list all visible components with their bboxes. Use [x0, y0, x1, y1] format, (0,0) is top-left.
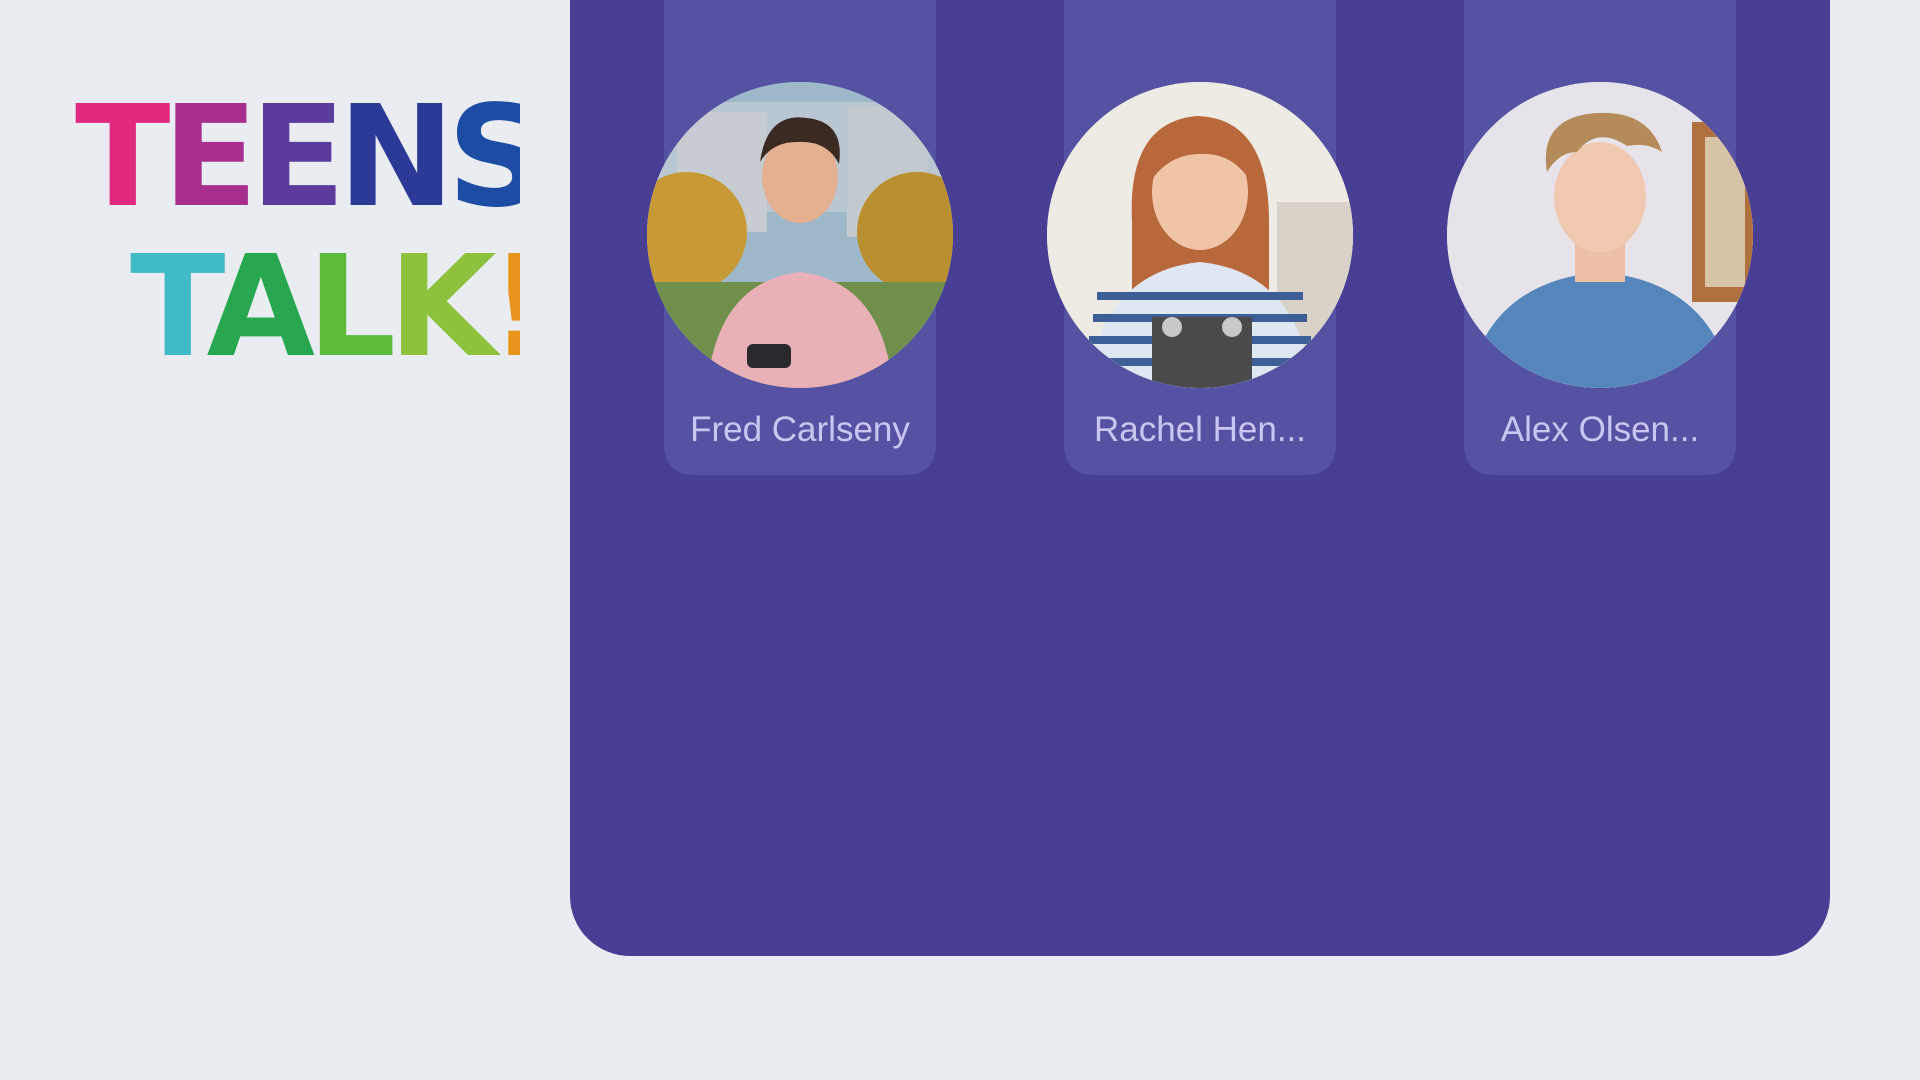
logo-letter: K: [388, 226, 501, 370]
participant-avatar: [647, 82, 953, 388]
logo-letter: E: [163, 80, 251, 239]
participant-name: Fred Carlseny: [690, 410, 910, 449]
teens-talk-logo-graphic: TEENS TALK!: [75, 76, 553, 389]
logo-letter: !: [489, 226, 520, 370]
svg-text:TEENS: TEENS: [75, 80, 520, 239]
teen-girl-striped-shirt-photo: [1047, 82, 1353, 388]
teen-boy-pink-hoodie-photo: [647, 82, 953, 388]
participant-name: Alex Olsen...: [1500, 410, 1700, 449]
logo-letter: E: [250, 80, 338, 239]
participant-card[interactable]: Alex Olsen...: [1447, 0, 1753, 475]
participant-card[interactable]: Fred Carlseny: [647, 0, 953, 475]
participants-panel: Fred Carlseny Rachel Hen... Alex Olsen..…: [570, 0, 1830, 956]
logo-letter: A: [207, 226, 315, 370]
svg-text:TALK!: TALK!: [130, 226, 520, 370]
logo-letter: S: [447, 80, 520, 239]
logo-letter: L: [307, 226, 393, 370]
participant-name: Rachel Hen...: [1093, 410, 1307, 449]
teens-talk-logo: TEENS TALK!: [70, 76, 553, 389]
participant-avatar: [1047, 82, 1353, 388]
participant-avatar: [1447, 82, 1753, 388]
participant-card[interactable]: Rachel Hen...: [1047, 0, 1353, 475]
teen-boy-blue-tshirt-photo: [1447, 82, 1753, 388]
logo-letter: N: [338, 80, 447, 239]
logo-letter: T: [75, 80, 170, 239]
